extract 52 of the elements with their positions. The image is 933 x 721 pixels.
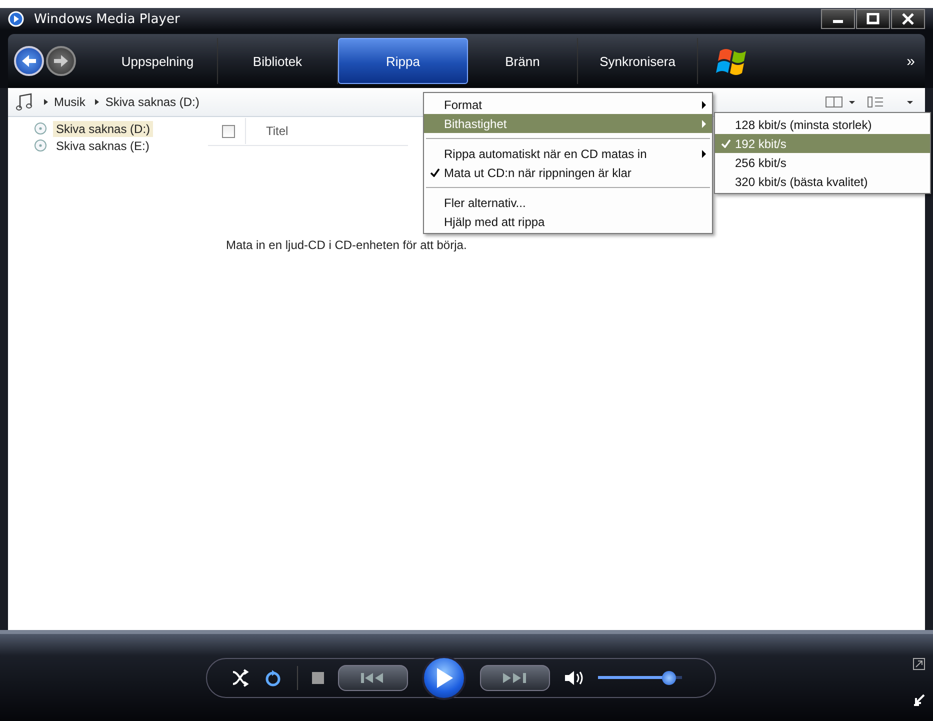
repeat-icon	[263, 668, 283, 688]
breadcrumb-link[interactable]: Skiva saknas (D:)	[105, 95, 200, 109]
menu-item[interactable]: Bithastighet	[424, 114, 712, 133]
maximize-icon	[866, 13, 880, 25]
resize-button[interactable]	[913, 694, 925, 706]
menu-item[interactable]: 128 kbit/s (minsta storlek)	[715, 115, 930, 134]
mini-mode-icon	[913, 658, 925, 670]
forward-arrow-icon	[52, 53, 70, 69]
mini-mode-button[interactable]	[913, 658, 925, 670]
menu-item[interactable]: Mata ut CD:n när rippningen är klar	[424, 163, 712, 182]
nav-tab[interactable]: Uppspelning	[98, 38, 218, 84]
previous-button[interactable]	[338, 664, 408, 690]
nav-tab[interactable]: Rippa	[338, 38, 468, 84]
sidebar-item[interactable]: Skiva saknas (D:)	[53, 120, 154, 136]
app-icon	[8, 11, 24, 27]
volume-thumb[interactable]	[662, 670, 676, 684]
menu-item[interactable]: Format	[424, 95, 712, 114]
disc-icon	[34, 139, 47, 152]
resize-icon	[913, 694, 925, 706]
menu-item[interactable]: Rippa automatiskt när en CD matas in	[424, 144, 712, 163]
nav-tab[interactable]: Synkronisera	[578, 38, 698, 84]
menu-item[interactable]: Fler alternativ...	[424, 193, 712, 212]
nav-tab[interactable]: Bränn	[468, 38, 578, 84]
shuffle-icon	[231, 668, 249, 686]
menu-item[interactable]: 320 kbit/s (bästa kvalitet)	[715, 172, 930, 191]
close-button[interactable]	[891, 9, 925, 29]
forward-button[interactable]	[46, 46, 76, 76]
breadcrumb-link[interactable]: Musik	[54, 95, 86, 109]
sidebar-item[interactable]: Skiva saknas (E:)	[53, 138, 152, 154]
minimize-button[interactable]	[821, 9, 855, 29]
empty-message: Mata in en ljud-CD i CD-enheten för att börja.	[226, 238, 467, 252]
maximize-button[interactable]	[856, 9, 890, 29]
back-button[interactable]	[14, 46, 44, 76]
next-button[interactable]	[480, 664, 550, 690]
select-all-checkbox[interactable]	[222, 124, 235, 138]
window-title: Windows Media Player	[34, 12, 180, 26]
disc-icon	[34, 122, 47, 135]
column-header[interactable]: Titel	[245, 118, 288, 144]
volume-button[interactable]	[564, 670, 584, 686]
close-icon	[901, 13, 915, 25]
play-button[interactable]	[422, 656, 466, 700]
back-arrow-icon	[20, 53, 38, 69]
menu-item[interactable]: 256 kbit/s	[715, 153, 930, 172]
menu-item[interactable]: Hjälp med att rippa	[424, 212, 712, 231]
menu-item[interactable]: 192 kbit/s	[715, 134, 930, 153]
more-button[interactable]: »	[902, 52, 919, 70]
shuffle-button[interactable]	[231, 668, 249, 686]
stop-icon	[312, 672, 324, 684]
music-note-icon	[16, 93, 34, 111]
repeat-button[interactable]	[263, 668, 283, 688]
volume-icon	[564, 670, 584, 686]
stop-button[interactable]	[312, 672, 324, 684]
